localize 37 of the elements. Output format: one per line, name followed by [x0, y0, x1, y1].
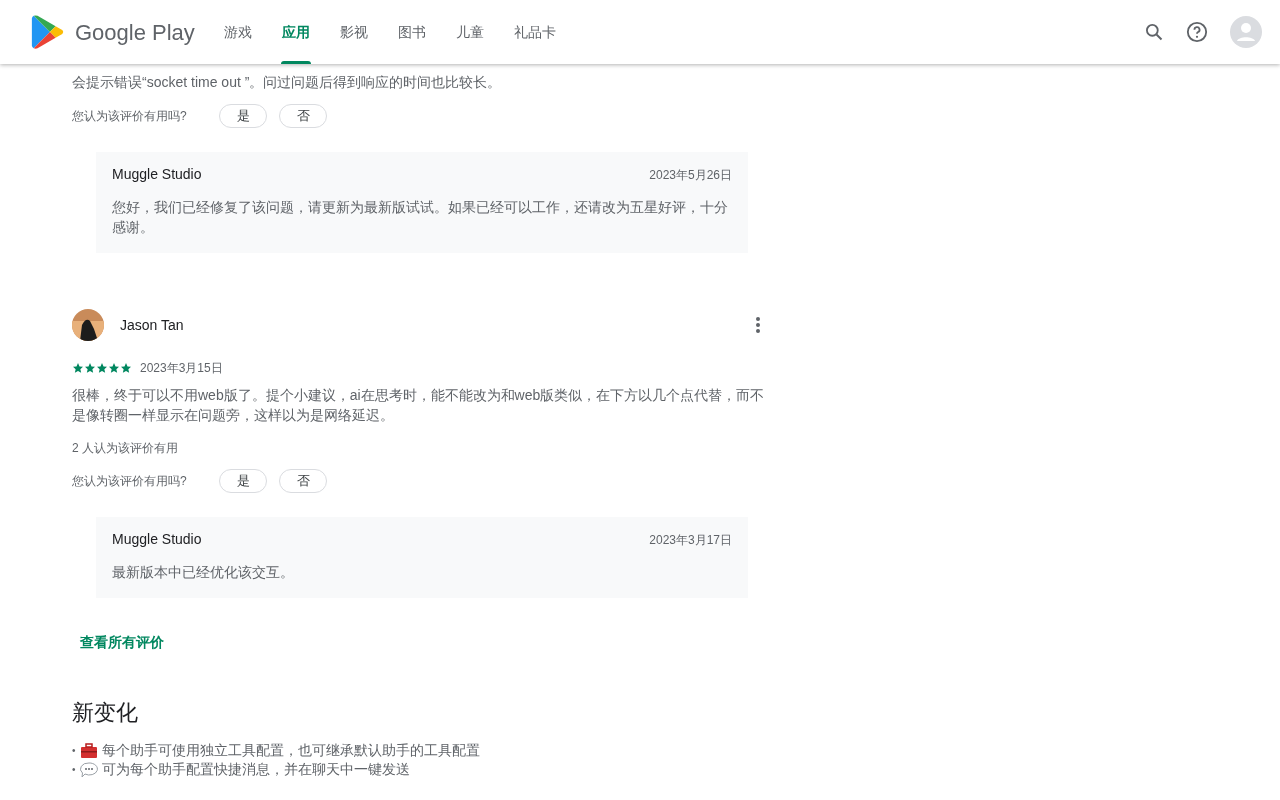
star-icon — [84, 362, 96, 374]
nav-tab[interactable]: 图书 — [382, 0, 441, 64]
star-icon — [72, 362, 84, 374]
speech-bubble-icon — [79, 761, 98, 778]
user-avatar — [72, 309, 104, 341]
change-item-text: 每个助手可使用独立工具配置，也可继承默认助手的工具配置 — [101, 741, 480, 760]
reply-author: Muggle Studio — [112, 165, 202, 184]
star-icon — [96, 362, 108, 374]
help-icon[interactable] — [1186, 21, 1208, 43]
review-text: 会提示错误“socket time out ”。问过问题后得到响应的时间也比较长。 — [72, 73, 503, 92]
see-all-reviews-link[interactable]: 查看所有评价 — [80, 632, 164, 653]
brand-name[interactable]: Google Play — [75, 15, 195, 49]
nav-tab[interactable]: 应用 — [266, 0, 325, 64]
reply-text: 您好，我们已经修复了该问题，请更新为最新版试试。如果已经可以工作，还请改为五星好评，十分感谢。 — [112, 198, 729, 237]
toolbox-icon — [79, 742, 98, 759]
reply-text: 最新版本中已经优化该交互。 — [112, 563, 295, 582]
star-icon — [120, 362, 132, 374]
star-icon — [108, 362, 120, 374]
nav-tab[interactable]: 礼品卡 — [498, 0, 571, 64]
helpful-question: 您认为该评价有用吗? — [72, 473, 188, 490]
helpful-question: 您认为该评价有用吗? — [72, 108, 188, 125]
review-date: 2023年3月15日 — [140, 360, 223, 377]
helpful-count: 2 人认为该评价有用 — [72, 440, 179, 457]
search-icon[interactable] — [1144, 22, 1164, 42]
bullet: • — [72, 763, 76, 777]
nav-tab[interactable]: 游戏 — [208, 0, 267, 64]
nav-tab[interactable]: 儿童 — [440, 0, 499, 64]
review-text: 很棒，终于可以不用web版了。提个小建议，ai在思考时，能不能改为和web版类似，在下方以几个点代替，而不是像转圈一样显示在问题旁，这样以为是网络延迟。 — [72, 386, 766, 425]
bullet: • — [72, 744, 76, 758]
reply-date: 2023年5月26日 — [649, 166, 732, 184]
section-title: 新变化 — [72, 699, 139, 727]
reviewer-name: Jason Tan — [120, 315, 184, 335]
reply-date: 2023年3月17日 — [649, 531, 732, 549]
nav-tab[interactable]: 影视 — [324, 0, 383, 64]
change-item-text: 可为每个助手配置快捷消息，并在聊天中一键发送 — [101, 760, 410, 779]
reply-author: Muggle Studio — [112, 530, 202, 549]
more-options-icon[interactable] — [756, 317, 760, 333]
